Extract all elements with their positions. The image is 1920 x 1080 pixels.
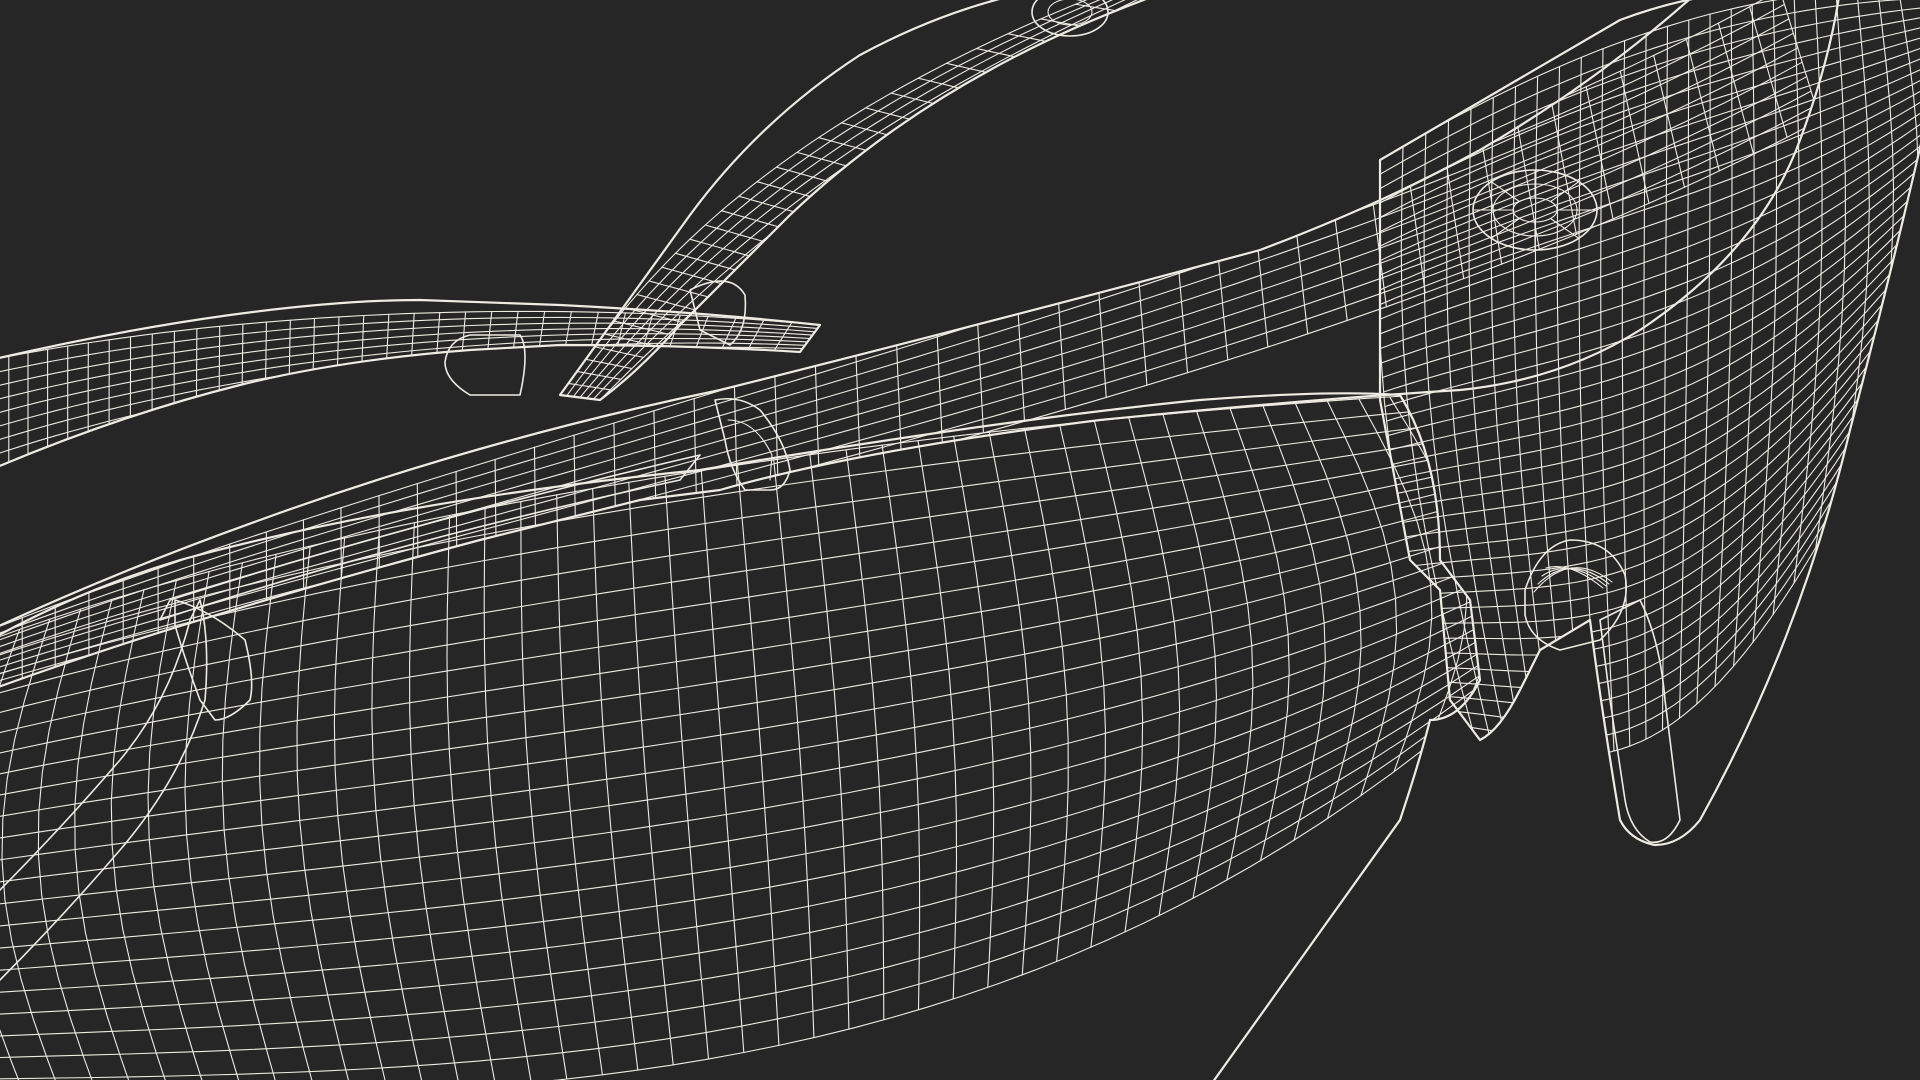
render-viewport xyxy=(0,0,1920,1080)
glasses-wireframe-render xyxy=(0,0,1920,1080)
